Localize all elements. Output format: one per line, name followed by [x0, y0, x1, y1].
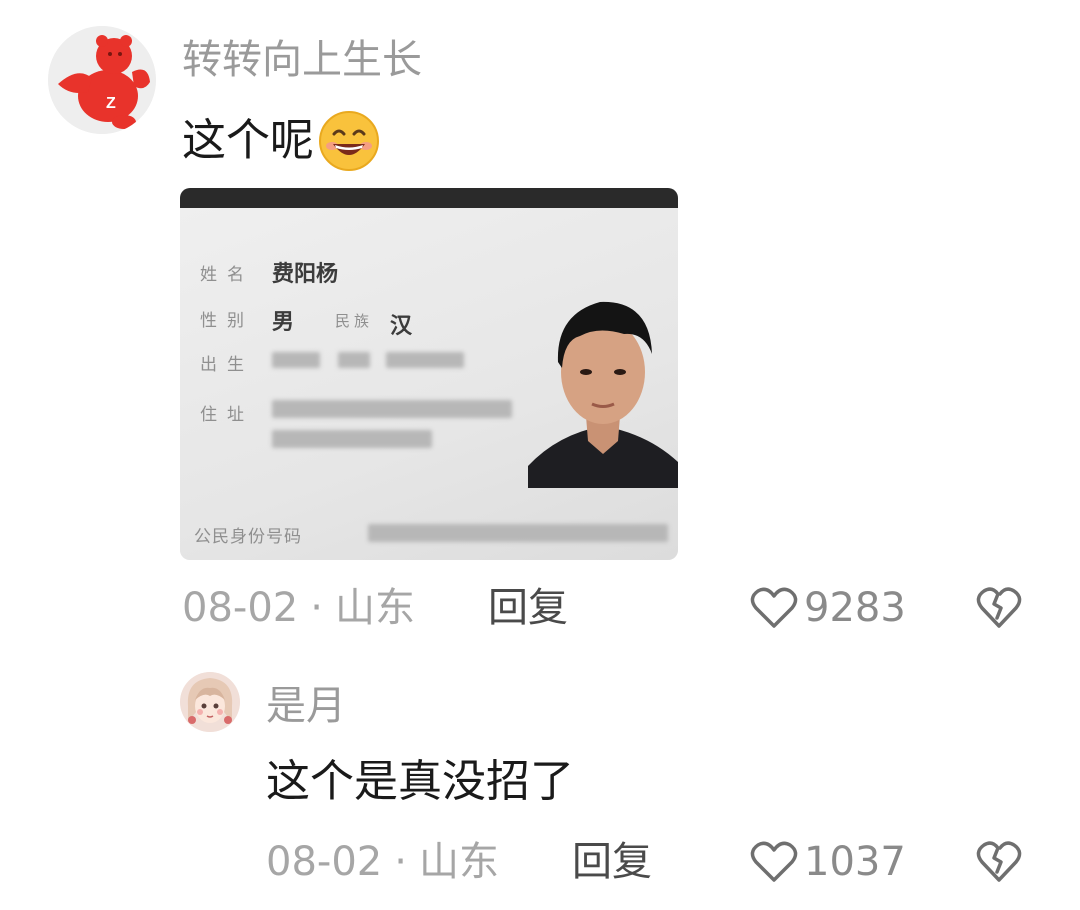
comment-text: 这个呢 — [182, 110, 380, 172]
comment-text: 这个是真没招了 — [266, 756, 574, 807]
card-label-ethnicity: 民族 — [335, 312, 374, 330]
broken-heart-icon — [976, 587, 1022, 628]
like-button[interactable]: 9283 — [750, 586, 906, 630]
redacted-address-2 — [272, 430, 432, 448]
avatar[interactable] — [180, 672, 240, 732]
redacted-id-number — [368, 524, 668, 542]
comment-text-label: 这个呢 — [182, 115, 314, 166]
comment-meta: 08-02 · 山东 — [266, 842, 499, 882]
svg-text:Z: Z — [106, 95, 116, 112]
broken-heart-icon — [976, 841, 1022, 882]
like-button[interactable]: 1037 — [750, 840, 906, 884]
comment-date: 08-02 — [266, 839, 383, 885]
comment-meta: 08-02 · 山东 — [182, 588, 415, 628]
red-bear-mascot-icon: Z — [48, 26, 156, 134]
comment-username[interactable]: 是月 — [266, 686, 346, 726]
card-label-address: 住址 — [200, 405, 254, 425]
reply-button[interactable]: 回复 — [488, 588, 568, 628]
redacted-address-1 — [272, 400, 512, 418]
comment-location: 山东 — [418, 839, 499, 885]
heart-icon — [750, 587, 798, 628]
redacted-birth-3 — [386, 352, 464, 368]
redacted-birth-2 — [338, 352, 370, 368]
card-label-gender: 性别 — [200, 311, 254, 331]
reply-button[interactable]: 回复 — [572, 842, 652, 882]
like-count: 9283 — [804, 585, 906, 631]
meta-separator: · — [394, 839, 407, 885]
dislike-button[interactable] — [976, 586, 1022, 634]
avatar[interactable]: Z — [48, 26, 156, 134]
id-photo-portrait — [528, 276, 678, 488]
id-card-image[interactable]: 姓名 费阳杨 性别 男 民族 汉 出生 住址 公民身份号码 — [180, 188, 678, 560]
card-value-ethnicity: 汉 — [390, 314, 413, 339]
card-label-name: 姓名 — [200, 265, 254, 285]
card-label-birth: 出生 — [200, 355, 254, 375]
like-count: 1037 — [804, 839, 906, 885]
redacted-birth — [272, 352, 320, 368]
card-value-name: 费阳杨 — [272, 262, 339, 287]
card-value-gender: 男 — [272, 310, 295, 335]
grinning-face-emoji-icon — [319, 111, 379, 171]
comment-username[interactable]: 转转向上生长 — [182, 40, 422, 80]
comment-date: 08-02 — [182, 585, 299, 631]
heart-icon — [750, 841, 798, 882]
meta-separator: · — [310, 585, 323, 631]
dislike-button[interactable] — [976, 840, 1022, 888]
girl-avatar-icon — [180, 672, 240, 732]
comment-location: 山东 — [334, 585, 415, 631]
card-label-id-number: 公民身份号码 — [194, 527, 302, 547]
